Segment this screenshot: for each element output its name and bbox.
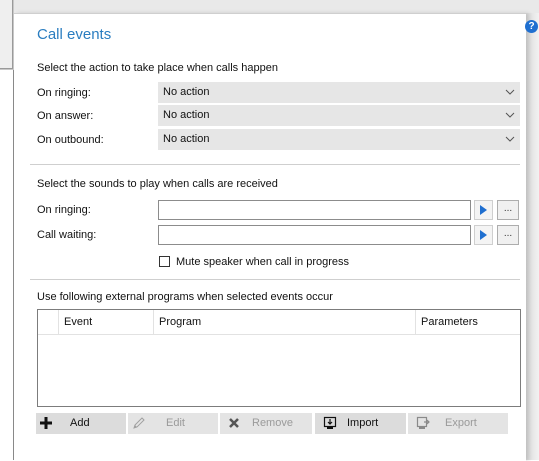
actions-heading: Select the action to take place when cal… (37, 62, 278, 74)
call-waiting-sound-label: Call waiting: (37, 229, 97, 241)
edit-button-label: Edit (166, 417, 185, 429)
on-ringing-sound-label: On ringing: (37, 204, 91, 216)
import-icon (323, 416, 337, 429)
chevron-down-icon (505, 89, 515, 95)
on-ringing-action-value: No action (163, 86, 210, 98)
on-ringing-action-select[interactable]: No action (158, 82, 520, 103)
call-waiting-browse-button[interactable]: ... (497, 225, 519, 245)
panel-shadow (526, 13, 539, 460)
sounds-heading: Select the sounds to play when calls are… (37, 178, 278, 190)
window-top-strip (0, 0, 539, 13)
row-selector-header (38, 310, 58, 334)
call-waiting-play-button[interactable] (474, 225, 493, 245)
chevron-down-icon (505, 112, 515, 118)
help-icon[interactable]: ? (525, 20, 538, 33)
export-button-label: Export (445, 417, 477, 429)
call-waiting-sound-input[interactable] (158, 225, 471, 245)
export-icon (416, 416, 430, 429)
x-icon (229, 418, 239, 428)
column-header-program[interactable]: Program (153, 310, 415, 334)
export-button[interactable]: Export (408, 413, 508, 434)
import-button-label: Import (347, 417, 379, 429)
nav-pane-edge (0, 0, 14, 70)
plus-icon (40, 417, 52, 429)
external-programs-table[interactable]: Event Program Parameters (37, 309, 521, 407)
on-ringing-browse-button[interactable]: ... (497, 200, 519, 220)
column-header-parameters[interactable]: Parameters (415, 310, 520, 334)
on-outbound-action-label: On outbound: (37, 134, 104, 146)
section-divider (30, 279, 520, 280)
column-header-event[interactable]: Event (58, 310, 153, 334)
on-ringing-play-button[interactable] (474, 200, 493, 220)
programs-heading: Use following external programs when sel… (37, 291, 333, 303)
on-answer-action-select[interactable]: No action (158, 105, 520, 126)
remove-button[interactable]: Remove (220, 413, 312, 434)
edit-button[interactable]: Edit (128, 413, 218, 434)
page-title: Call events (37, 26, 112, 43)
mute-speaker-checkbox[interactable] (159, 256, 170, 267)
on-outbound-action-value: No action (163, 133, 210, 145)
add-button-label: Add (70, 417, 90, 429)
on-ringing-sound-input[interactable] (158, 200, 471, 220)
add-button[interactable]: Add (36, 413, 126, 434)
section-divider (30, 164, 520, 165)
on-answer-action-label: On answer: (37, 110, 94, 122)
on-outbound-action-select[interactable]: No action (158, 129, 520, 150)
play-icon (480, 230, 487, 240)
on-answer-action-value: No action (163, 109, 210, 121)
pencil-icon (133, 417, 145, 429)
play-icon (480, 205, 487, 215)
chevron-down-icon (505, 136, 515, 142)
remove-button-label: Remove (252, 417, 293, 429)
on-ringing-action-label: On ringing: (37, 87, 91, 99)
table-header: Event Program Parameters (38, 310, 520, 335)
import-button[interactable]: Import (315, 413, 406, 434)
mute-speaker-label[interactable]: Mute speaker when call in progress (176, 256, 349, 268)
